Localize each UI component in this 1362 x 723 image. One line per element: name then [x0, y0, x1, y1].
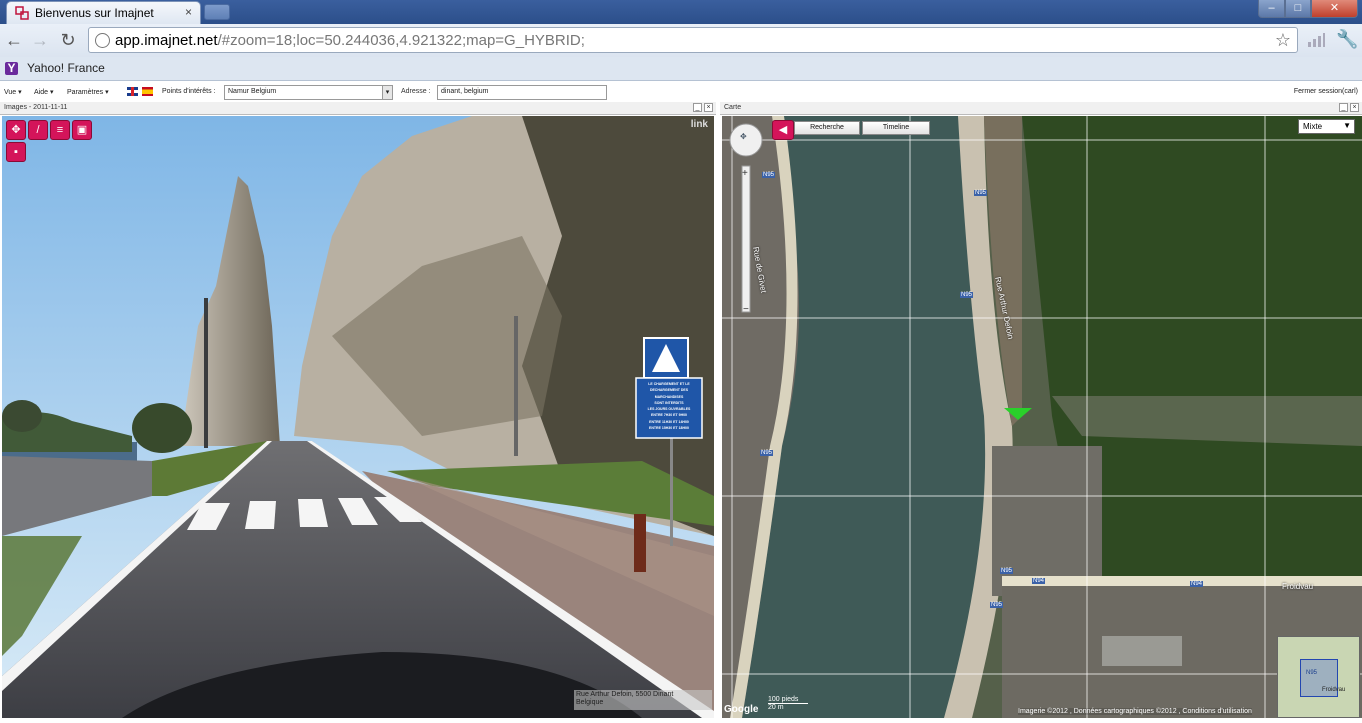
map-type-select[interactable]: Mixte ▼ — [1298, 119, 1355, 134]
browser-titlebar: Bienvenus sur Imajnet × – □ ✕ — [0, 0, 1362, 24]
image-location-caption: Rue Arthur Defoin, 5500 Dinant Belgique — [574, 690, 712, 710]
tab-close-icon[interactable]: × — [185, 5, 192, 19]
no-loading-sign: LE CHARGEMENT ET LE DECHARGEMENT DES MAR… — [647, 382, 691, 431]
bookmarks-bar: Y Yahoo! France — [0, 57, 1362, 81]
dropdown-arrow-icon[interactable]: ▼ — [1343, 121, 1351, 130]
menu-parametres[interactable]: Paramètres ▾ — [67, 88, 109, 96]
poi-label: Points d'intérêts : — [162, 88, 216, 95]
spain-flag-icon[interactable] — [142, 87, 153, 96]
overview-minimap[interactable]: N95 Froidvau — [1277, 636, 1360, 718]
zoom-out-icon[interactable]: − — [743, 304, 749, 315]
menu-vue[interactable]: Vue ▾ — [4, 88, 22, 96]
road-tag: N95 — [760, 450, 774, 456]
road-tag: N94 — [1032, 578, 1046, 584]
app-menubar: Vue ▾ Aide ▾ Paramètres ▾ Points d'intér… — [0, 82, 1362, 102]
signal-bars-icon[interactable] — [1306, 32, 1326, 48]
camera-tool-icon[interactable]: ▣ — [72, 120, 92, 140]
fullscreen-tool-icon[interactable]: ▪ — [6, 142, 26, 162]
wrench-icon[interactable]: 🔧 — [1336, 29, 1358, 50]
panel-minimize-icon[interactable]: _ — [693, 103, 702, 112]
map-view[interactable]: ✥ + − ◀ Recherche Timeline Mixte ▼ Rue d… — [722, 116, 1362, 718]
search-button[interactable]: Recherche — [794, 121, 860, 135]
close-window-button[interactable]: ✕ — [1311, 0, 1358, 18]
road-tag: N95 — [974, 190, 988, 196]
browser-toolbar: ← → ↻ app.imajnet.net/#zoom=18;loc=50.24… — [0, 24, 1362, 57]
street-photo — [2, 116, 714, 718]
street-image-view[interactable]: LE CHARGEMENT ET LE DECHARGEMENT DES MAR… — [2, 116, 714, 718]
move-tool-icon[interactable]: ✥ — [6, 120, 26, 140]
images-panel-title: Images - 2011-11-11 — [4, 104, 68, 111]
pan-control-icon[interactable]: ✥ — [740, 132, 747, 141]
map-panel-header: Carte _ × — [720, 102, 1362, 115]
panel-close-icon[interactable]: × — [704, 103, 713, 112]
images-panel-header: Images - 2011-11-11 _ × — [0, 102, 716, 115]
minimize-button[interactable]: – — [1258, 0, 1285, 18]
road-tag: N95 — [762, 172, 776, 178]
forward-arrow-icon[interactable]: → — [30, 30, 50, 50]
reload-icon[interactable]: ↻ — [58, 30, 78, 50]
map-scale: 100 pieds 20 m — [768, 696, 808, 711]
back-arrow-icon[interactable]: ← — [4, 30, 24, 50]
road-tag: N95 — [990, 602, 1004, 608]
browser-tab[interactable]: Bienvenus sur Imajnet × — [6, 1, 201, 24]
place-label-froidvau: Froidvau — [1282, 582, 1314, 591]
street-view-toggle-icon[interactable]: ◀ — [772, 120, 794, 140]
address-label: Adresse : — [401, 88, 431, 95]
poi-select-value: Namur Belgium — [228, 88, 277, 95]
panel-minimize-icon[interactable]: _ — [1339, 103, 1348, 112]
imajnet-favicon-icon — [15, 6, 29, 20]
address-bar[interactable]: app.imajnet.net/#zoom=18;loc=50.244036,4… — [88, 27, 1298, 53]
uk-flag-icon[interactable] — [127, 87, 138, 96]
url-text[interactable]: app.imajnet.net/#zoom=18;loc=50.244036,4… — [115, 32, 585, 49]
road-tag: N94 — [1190, 581, 1204, 587]
maximize-button[interactable]: □ — [1285, 0, 1311, 18]
bookmark-star-icon[interactable]: ☆ — [1275, 30, 1291, 51]
logout-link[interactable]: Fermer session(carl) — [1294, 88, 1358, 95]
dropdown-arrow-icon[interactable]: ▾ — [382, 86, 392, 99]
zoom-in-icon[interactable]: + — [742, 168, 748, 179]
panel-close-icon[interactable]: × — [1350, 103, 1359, 112]
yahoo-icon: Y — [5, 62, 18, 75]
link-logo: link — [690, 119, 708, 130]
google-logo: Google — [724, 704, 759, 715]
map-panel-title: Carte — [724, 104, 742, 111]
map-copyright[interactable]: Imagerie ©2012 , Données cartographiques… — [1018, 708, 1252, 715]
measure-tool-icon[interactable]: / — [28, 120, 48, 140]
ruler-tool-icon[interactable]: ≡ — [50, 120, 70, 140]
satellite-map — [722, 116, 1362, 718]
menu-aide[interactable]: Aide ▾ — [34, 88, 53, 96]
timeline-button[interactable]: Timeline — [862, 121, 930, 135]
minimap-label-froidvau: Froidvau — [1322, 687, 1346, 693]
poi-select[interactable]: Namur Belgium ▾ — [224, 85, 393, 100]
road-tag: N95 — [960, 292, 974, 298]
new-tab-button[interactable] — [204, 4, 230, 20]
road-tag: N95 — [1000, 568, 1014, 574]
bookmark-yahoo-france[interactable]: Yahoo! France — [27, 61, 105, 75]
tab-title: Bienvenus sur Imajnet — [35, 6, 154, 20]
address-input[interactable]: dinant, belgium — [437, 85, 607, 100]
minimap-label-n95: N95 — [1306, 670, 1318, 676]
globe-icon — [95, 33, 110, 48]
